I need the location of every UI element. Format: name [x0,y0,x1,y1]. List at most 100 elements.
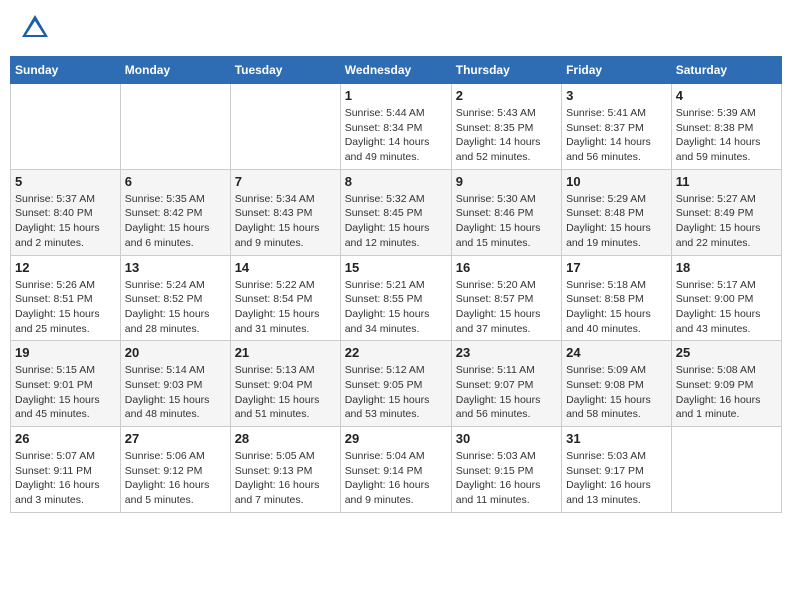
calendar-cell: 27Sunrise: 5:06 AMSunset: 9:12 PMDayligh… [120,427,230,513]
day-number: 19 [15,345,116,360]
day-info: Sunrise: 5:14 AMSunset: 9:03 PMDaylight:… [125,363,226,422]
calendar-table: SundayMondayTuesdayWednesdayThursdayFrid… [10,56,782,513]
calendar-cell: 18 Sunrise: 5:17 AMSunset: 9:00 PMDayligh… [671,255,781,341]
day-number: 8 [345,174,447,189]
calendar-cell: 11 Sunrise: 5:27 AMSunset: 8:49 PMDayligh… [671,169,781,255]
day-number: 21 [235,345,336,360]
calendar-cell: 25Sunrise: 5:08 AMSunset: 9:09 PMDayligh… [671,341,781,427]
weekday-header: Friday [562,57,672,84]
day-number: 17 [566,260,667,275]
calendar-cell: 29 Sunrise: 5:04 AMSunset: 9:14 PMDayligh… [340,427,451,513]
calendar-cell: 9 Sunrise: 5:30 AMSunset: 8:46 PMDaylight… [451,169,561,255]
calendar-cell: 4Sunrise: 5:39 AMSunset: 8:38 PMDaylight… [671,84,781,170]
day-number: 31 [566,431,667,446]
calendar-cell: 16 Sunrise: 5:20 AMSunset: 8:57 PMDayligh… [451,255,561,341]
calendar-cell [11,84,121,170]
calendar-week-row: 19 Sunrise: 5:15 AMSunset: 9:01 PMDayligh… [11,341,782,427]
weekday-header: Tuesday [230,57,340,84]
calendar-header-row: SundayMondayTuesdayWednesdayThursdayFrid… [11,57,782,84]
day-number: 9 [456,174,557,189]
calendar-cell: 21Sunrise: 5:13 AMSunset: 9:04 PMDayligh… [230,341,340,427]
calendar-week-row: 26 Sunrise: 5:07 AMSunset: 9:11 PMDayligh… [11,427,782,513]
logo-icon [20,13,50,41]
day-info: Sunrise: 5:07 AMSunset: 9:11 PMDaylight:… [15,449,116,508]
calendar-cell: 15 Sunrise: 5:21 AMSunset: 8:55 PMDayligh… [340,255,451,341]
day-number: 27 [125,431,226,446]
calendar-cell: 30 Sunrise: 5:03 AMSunset: 9:15 PMDayligh… [451,427,561,513]
day-info: Sunrise: 5:22 AMSunset: 8:54 PMDaylight:… [235,278,336,337]
day-number: 11 [676,174,777,189]
calendar-cell: 1 Sunrise: 5:44 AMSunset: 8:34 PMDaylight… [340,84,451,170]
day-number: 26 [15,431,116,446]
calendar-week-row: 12 Sunrise: 5:26 AMSunset: 8:51 PMDayligh… [11,255,782,341]
day-info: Sunrise: 5:03 AMSunset: 9:17 PMDaylight:… [566,449,667,508]
day-info: Sunrise: 5:26 AMSunset: 8:51 PMDaylight:… [15,278,116,337]
calendar-cell: 14 Sunrise: 5:22 AMSunset: 8:54 PMDayligh… [230,255,340,341]
day-number: 28 [235,431,336,446]
day-number: 1 [345,88,447,103]
calendar-week-row: 1 Sunrise: 5:44 AMSunset: 8:34 PMDaylight… [11,84,782,170]
day-info: Sunrise: 5:41 AMSunset: 8:37 PMDaylight:… [566,106,667,165]
day-info: Sunrise: 5:03 AMSunset: 9:15 PMDaylight:… [456,449,557,508]
day-number: 12 [15,260,116,275]
day-info: Sunrise: 5:18 AMSunset: 8:58 PMDaylight:… [566,278,667,337]
day-info: Sunrise: 5:32 AMSunset: 8:45 PMDaylight:… [345,192,447,251]
day-info: Sunrise: 5:27 AMSunset: 8:49 PMDaylight:… [676,192,777,251]
day-info: Sunrise: 5:11 AMSunset: 9:07 PMDaylight:… [456,363,557,422]
calendar-cell: 10 Sunrise: 5:29 AMSunset: 8:48 PMDayligh… [562,169,672,255]
weekday-header: Monday [120,57,230,84]
page-header [10,10,782,48]
calendar-cell: 3 Sunrise: 5:41 AMSunset: 8:37 PMDaylight… [562,84,672,170]
day-info: Sunrise: 5:34 AMSunset: 8:43 PMDaylight:… [235,192,336,251]
weekday-header: Sunday [11,57,121,84]
calendar-cell: 24Sunrise: 5:09 AMSunset: 9:08 PMDayligh… [562,341,672,427]
day-info: Sunrise: 5:24 AMSunset: 8:52 PMDaylight:… [125,278,226,337]
day-info: Sunrise: 5:29 AMSunset: 8:48 PMDaylight:… [566,192,667,251]
calendar-cell: 28 Sunrise: 5:05 AMSunset: 9:13 PMDayligh… [230,427,340,513]
day-info: Sunrise: 5:21 AMSunset: 8:55 PMDaylight:… [345,278,447,337]
day-number: 10 [566,174,667,189]
calendar-cell: 20 Sunrise: 5:14 AMSunset: 9:03 PMDayligh… [120,341,230,427]
calendar-cell: 6Sunrise: 5:35 AMSunset: 8:42 PMDaylight… [120,169,230,255]
day-number: 22 [345,345,447,360]
day-number: 4 [676,88,777,103]
calendar-cell: 26 Sunrise: 5:07 AMSunset: 9:11 PMDayligh… [11,427,121,513]
calendar-cell: 13 Sunrise: 5:24 AMSunset: 8:52 PMDayligh… [120,255,230,341]
day-info: Sunrise: 5:12 AMSunset: 9:05 PMDaylight:… [345,363,447,422]
day-info: Sunrise: 5:37 AMSunset: 8:40 PMDaylight:… [15,192,116,251]
day-info: Sunrise: 5:09 AMSunset: 9:08 PMDaylight:… [566,363,667,422]
day-info: Sunrise: 5:15 AMSunset: 9:01 PMDaylight:… [15,363,116,422]
day-number: 18 [676,260,777,275]
day-info: Sunrise: 5:44 AMSunset: 8:34 PMDaylight:… [345,106,447,165]
day-info: Sunrise: 5:30 AMSunset: 8:46 PMDaylight:… [456,192,557,251]
day-number: 16 [456,260,557,275]
calendar-cell: 5Sunrise: 5:37 AMSunset: 8:40 PMDaylight… [11,169,121,255]
weekday-header: Saturday [671,57,781,84]
day-info: Sunrise: 5:17 AMSunset: 9:00 PMDaylight:… [676,278,777,337]
calendar-cell: 8 Sunrise: 5:32 AMSunset: 8:45 PMDaylight… [340,169,451,255]
day-number: 29 [345,431,447,446]
calendar-cell: 23 Sunrise: 5:11 AMSunset: 9:07 PMDayligh… [451,341,561,427]
calendar-cell: 17 Sunrise: 5:18 AMSunset: 8:58 PMDayligh… [562,255,672,341]
calendar-cell: 12 Sunrise: 5:26 AMSunset: 8:51 PMDayligh… [11,255,121,341]
day-number: 14 [235,260,336,275]
day-number: 13 [125,260,226,275]
calendar-cell: 2 Sunrise: 5:43 AMSunset: 8:35 PMDaylight… [451,84,561,170]
day-number: 30 [456,431,557,446]
day-info: Sunrise: 5:08 AMSunset: 9:09 PMDaylight:… [676,363,777,422]
day-number: 3 [566,88,667,103]
day-info: Sunrise: 5:20 AMSunset: 8:57 PMDaylight:… [456,278,557,337]
calendar-cell [120,84,230,170]
day-number: 23 [456,345,557,360]
calendar-cell: 22 Sunrise: 5:12 AMSunset: 9:05 PMDayligh… [340,341,451,427]
day-number: 7 [235,174,336,189]
day-number: 15 [345,260,447,275]
day-number: 2 [456,88,557,103]
day-info: Sunrise: 5:05 AMSunset: 9:13 PMDaylight:… [235,449,336,508]
calendar-week-row: 5Sunrise: 5:37 AMSunset: 8:40 PMDaylight… [11,169,782,255]
day-info: Sunrise: 5:04 AMSunset: 9:14 PMDaylight:… [345,449,447,508]
calendar-cell: 19 Sunrise: 5:15 AMSunset: 9:01 PMDayligh… [11,341,121,427]
day-info: Sunrise: 5:43 AMSunset: 8:35 PMDaylight:… [456,106,557,165]
calendar-cell: 31 Sunrise: 5:03 AMSunset: 9:17 PMDayligh… [562,427,672,513]
day-number: 20 [125,345,226,360]
